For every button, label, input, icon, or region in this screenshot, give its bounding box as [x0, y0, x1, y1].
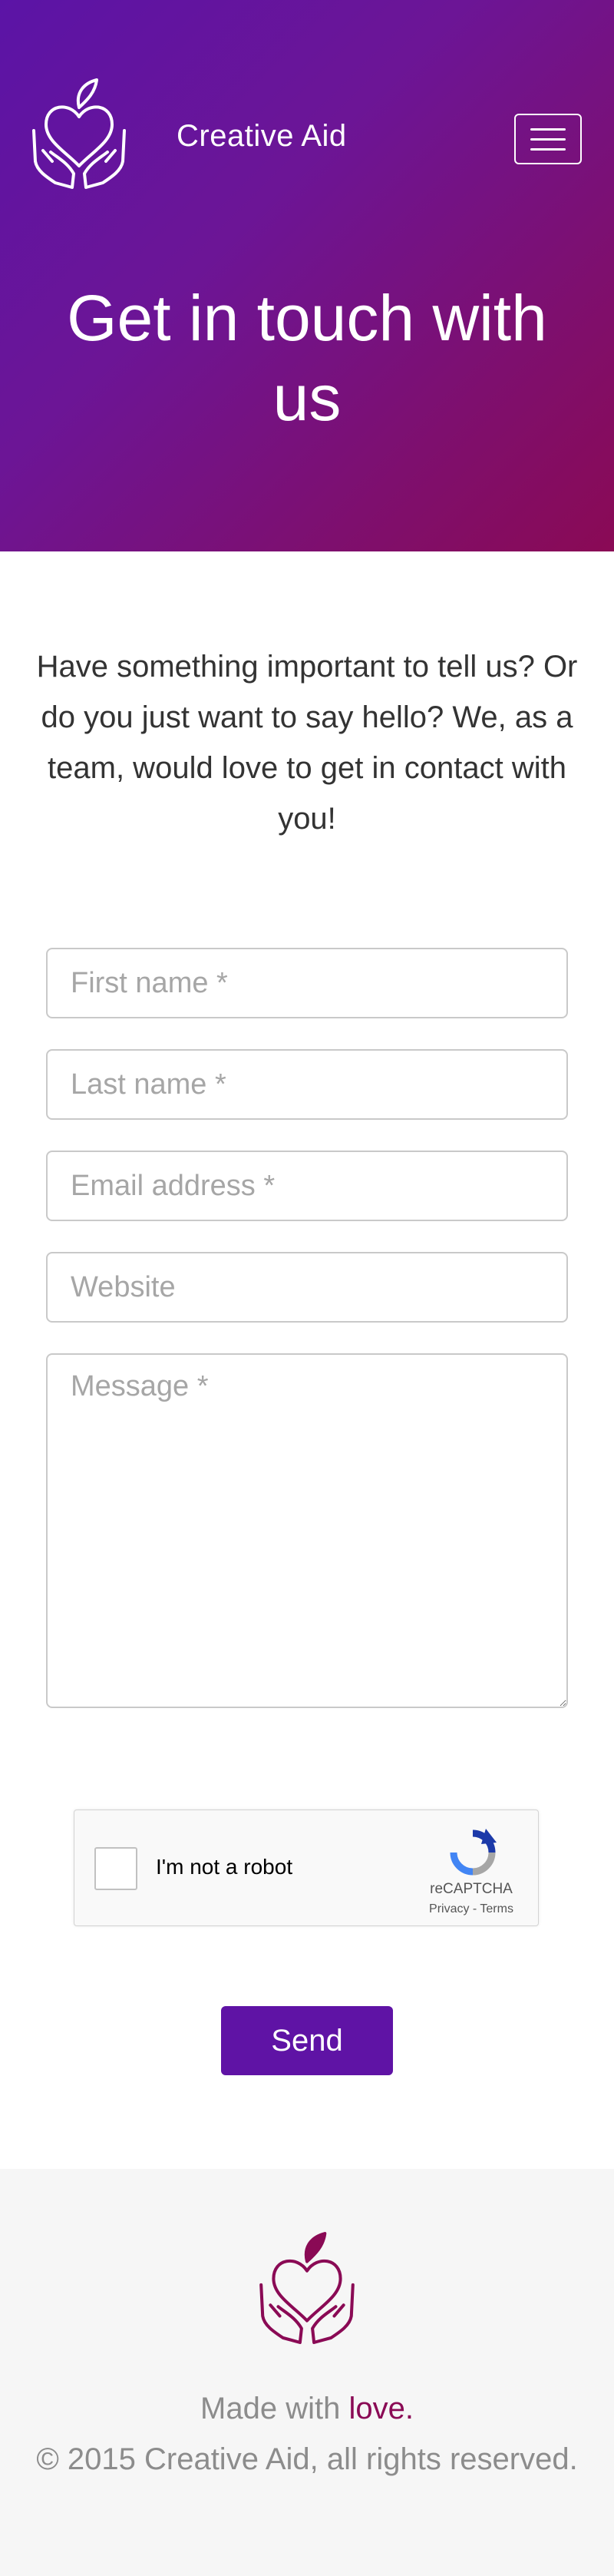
privacy-link[interactable]: Privacy: [429, 1902, 469, 1915]
love-text: love.: [348, 2392, 414, 2425]
heart-hands-icon: [259, 2232, 355, 2344]
last-name-input[interactable]: [46, 1049, 568, 1120]
copyright-text: © 2015 Creative Aid, all rights reserved…: [36, 2442, 578, 2476]
hero-header: Creative Aid Get in touch with us: [0, 0, 614, 551]
recaptcha-links: Privacy - Terms: [414, 1902, 529, 1916]
heart-hands-logo-icon[interactable]: [29, 77, 129, 190]
intro-text: Have something important to tell us? Or …: [36, 650, 578, 836]
brand-name[interactable]: Creative Aid: [177, 119, 347, 154]
email-input[interactable]: [46, 1151, 568, 1221]
hamburger-line-icon: [530, 127, 566, 131]
terms-link[interactable]: Terms: [480, 1902, 513, 1915]
menu-toggle-button[interactable]: [514, 114, 582, 164]
recaptcha-icon: [450, 1829, 497, 1876]
recaptcha-brand: reCAPTCHA: [430, 1881, 513, 1897]
page-footer: Made with love. © 2015 Creative Aid, all…: [0, 2169, 614, 2576]
hamburger-line-icon: [530, 147, 566, 151]
first-name-input[interactable]: [46, 948, 568, 1018]
footer-made-with: Made with love.: [0, 2392, 614, 2426]
recaptcha-widget: I'm not a robot reCAPTCHA Privacy - Term…: [74, 1809, 539, 1926]
recaptcha-checkbox[interactable]: [94, 1847, 137, 1890]
message-textarea[interactable]: [46, 1353, 568, 1708]
recaptcha-label: I'm not a robot: [156, 1855, 293, 1879]
link-separator: -: [469, 1902, 480, 1915]
send-button[interactable]: Send: [221, 2006, 393, 2075]
made-with-text: Made with: [200, 2392, 349, 2425]
page-title: Get in touch with us: [67, 282, 547, 434]
website-input[interactable]: [46, 1252, 568, 1323]
hamburger-line-icon: [530, 137, 566, 141]
